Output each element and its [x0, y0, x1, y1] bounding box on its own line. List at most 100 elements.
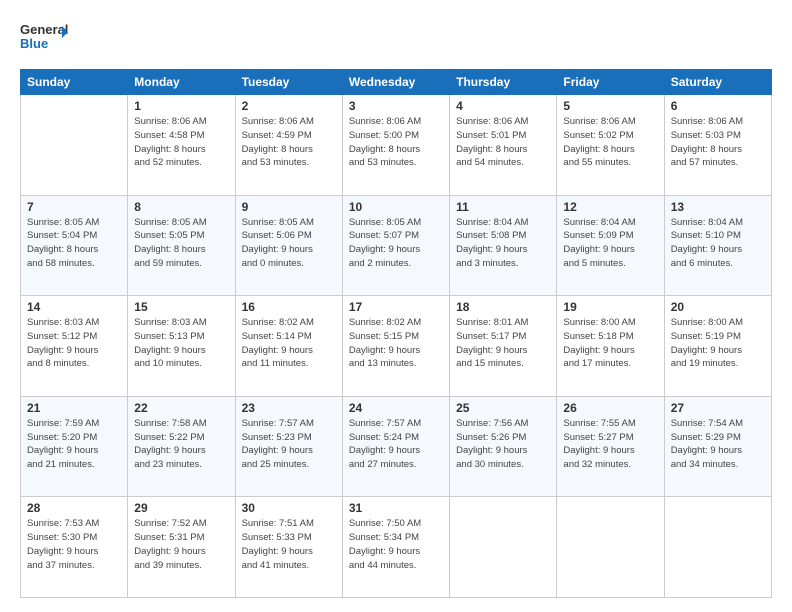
calendar-cell: 4 Sunrise: 8:06 AMSunset: 5:01 PMDaylight…	[450, 95, 557, 196]
day-number: 27	[671, 401, 765, 415]
svg-text:Blue: Blue	[20, 36, 48, 51]
calendar-week: 21Sunrise: 7:59 AMSunset: 5:20 PMDayligh…	[21, 396, 772, 497]
day-info: Sunrise: 8:03 AMSunset: 5:13 PMDaylight:…	[134, 316, 228, 371]
day-info: Sunrise: 7:51 AMSunset: 5:33 PMDaylight:…	[242, 517, 336, 572]
dow-cell: Sunday	[21, 70, 128, 95]
dow-cell: Monday	[128, 70, 235, 95]
calendar-week: 14Sunrise: 8:03 AMSunset: 5:12 PMDayligh…	[21, 296, 772, 397]
day-info: Sunrise: 7:55 AMSunset: 5:27 PMDaylight:…	[563, 417, 657, 472]
day-number: 16	[242, 300, 336, 314]
day-info: Sunrise: 8:05 AMSunset: 5:04 PMDaylight:…	[27, 216, 121, 271]
day-number: 29	[134, 501, 228, 515]
calendar-week: 28 Sunrise: 7:53 AMSunset: 5:30 PMDayligh…	[21, 497, 772, 598]
calendar-cell: 31 Sunrise: 7:50 AMSunset: 5:34 PMDayligh…	[342, 497, 449, 598]
day-number: 11	[456, 200, 550, 214]
day-info: Sunrise: 7:50 AMSunset: 5:34 PMDaylight:…	[349, 517, 443, 572]
day-number: 18	[456, 300, 550, 314]
header: General Blue	[20, 18, 772, 59]
day-number: 2	[242, 99, 336, 113]
day-info: Sunrise: 8:05 AMSunset: 5:07 PMDaylight:…	[349, 216, 443, 271]
day-number: 10	[349, 200, 443, 214]
day-info: Sunrise: 8:06 AMSunset: 4:58 PMDaylight:…	[134, 115, 228, 170]
day-number: 5	[563, 99, 657, 113]
calendar-week: 7 Sunrise: 8:05 AMSunset: 5:04 PMDaylight…	[21, 195, 772, 296]
day-number: 31	[349, 501, 443, 515]
day-number: 30	[242, 501, 336, 515]
day-number: 4	[456, 99, 550, 113]
calendar-body: 1Sunrise: 8:06 AMSunset: 4:58 PMDaylight…	[21, 95, 772, 598]
day-of-week-header: SundayMondayTuesdayWednesdayThursdayFrid…	[21, 70, 772, 95]
calendar-cell: 6Sunrise: 8:06 AMSunset: 5:03 PMDaylight…	[664, 95, 771, 196]
day-info: Sunrise: 7:57 AMSunset: 5:24 PMDaylight:…	[349, 417, 443, 472]
day-number: 22	[134, 401, 228, 415]
logo-icon: General Blue	[20, 18, 68, 54]
calendar-cell	[21, 95, 128, 196]
day-info: Sunrise: 8:06 AMSunset: 4:59 PMDaylight:…	[242, 115, 336, 170]
day-info: Sunrise: 8:05 AMSunset: 5:06 PMDaylight:…	[242, 216, 336, 271]
calendar-cell: 29 Sunrise: 7:52 AMSunset: 5:31 PMDayligh…	[128, 497, 235, 598]
calendar-cell: 15Sunrise: 8:03 AMSunset: 5:13 PMDayligh…	[128, 296, 235, 397]
calendar-cell: 27 Sunrise: 7:54 AMSunset: 5:29 PMDayligh…	[664, 396, 771, 497]
day-number: 25	[456, 401, 550, 415]
calendar-cell: 17Sunrise: 8:02 AMSunset: 5:15 PMDayligh…	[342, 296, 449, 397]
calendar-cell: 7 Sunrise: 8:05 AMSunset: 5:04 PMDaylight…	[21, 195, 128, 296]
day-number: 24	[349, 401, 443, 415]
day-number: 13	[671, 200, 765, 214]
calendar-cell: 13Sunrise: 8:04 AMSunset: 5:10 PMDayligh…	[664, 195, 771, 296]
dow-cell: Wednesday	[342, 70, 449, 95]
day-info: Sunrise: 8:02 AMSunset: 5:14 PMDaylight:…	[242, 316, 336, 371]
day-info: Sunrise: 8:03 AMSunset: 5:12 PMDaylight:…	[27, 316, 121, 371]
day-info: Sunrise: 7:58 AMSunset: 5:22 PMDaylight:…	[134, 417, 228, 472]
calendar-cell: 1Sunrise: 8:06 AMSunset: 4:58 PMDaylight…	[128, 95, 235, 196]
day-info: Sunrise: 8:06 AMSunset: 5:00 PMDaylight:…	[349, 115, 443, 170]
day-number: 7	[27, 200, 121, 214]
svg-text:General: General	[20, 22, 68, 37]
calendar-cell: 25 Sunrise: 7:56 AMSunset: 5:26 PMDayligh…	[450, 396, 557, 497]
day-info: Sunrise: 8:06 AMSunset: 5:01 PMDaylight:…	[456, 115, 550, 170]
day-number: 26	[563, 401, 657, 415]
calendar-cell: 28 Sunrise: 7:53 AMSunset: 5:30 PMDayligh…	[21, 497, 128, 598]
calendar-cell: 21Sunrise: 7:59 AMSunset: 5:20 PMDayligh…	[21, 396, 128, 497]
day-info: Sunrise: 7:54 AMSunset: 5:29 PMDaylight:…	[671, 417, 765, 472]
day-info: Sunrise: 8:00 AMSunset: 5:19 PMDaylight:…	[671, 316, 765, 371]
calendar-cell: 18Sunrise: 8:01 AMSunset: 5:17 PMDayligh…	[450, 296, 557, 397]
dow-cell: Thursday	[450, 70, 557, 95]
calendar-cell	[557, 497, 664, 598]
day-number: 21	[27, 401, 121, 415]
calendar-cell: 20 Sunrise: 8:00 AMSunset: 5:19 PMDayligh…	[664, 296, 771, 397]
day-number: 20	[671, 300, 765, 314]
page: General Blue SundayMondayTuesdayWednesda…	[0, 0, 792, 612]
calendar-cell: 8 Sunrise: 8:05 AMSunset: 5:05 PMDaylight…	[128, 195, 235, 296]
dow-cell: Tuesday	[235, 70, 342, 95]
calendar-cell: 9 Sunrise: 8:05 AMSunset: 5:06 PMDaylight…	[235, 195, 342, 296]
calendar-cell: 14Sunrise: 8:03 AMSunset: 5:12 PMDayligh…	[21, 296, 128, 397]
dow-cell: Saturday	[664, 70, 771, 95]
day-info: Sunrise: 8:06 AMSunset: 5:03 PMDaylight:…	[671, 115, 765, 170]
day-info: Sunrise: 7:53 AMSunset: 5:30 PMDaylight:…	[27, 517, 121, 572]
dow-cell: Friday	[557, 70, 664, 95]
day-number: 3	[349, 99, 443, 113]
calendar-cell	[450, 497, 557, 598]
calendar-cell: 26 Sunrise: 7:55 AMSunset: 5:27 PMDayligh…	[557, 396, 664, 497]
calendar-cell: 12Sunrise: 8:04 AMSunset: 5:09 PMDayligh…	[557, 195, 664, 296]
calendar-cell	[664, 497, 771, 598]
day-number: 28	[27, 501, 121, 515]
calendar-cell: 23 Sunrise: 7:57 AMSunset: 5:23 PMDayligh…	[235, 396, 342, 497]
calendar-cell: 30 Sunrise: 7:51 AMSunset: 5:33 PMDayligh…	[235, 497, 342, 598]
day-number: 9	[242, 200, 336, 214]
calendar-cell: 19Sunrise: 8:00 AMSunset: 5:18 PMDayligh…	[557, 296, 664, 397]
day-info: Sunrise: 8:06 AMSunset: 5:02 PMDaylight:…	[563, 115, 657, 170]
day-number: 19	[563, 300, 657, 314]
day-number: 23	[242, 401, 336, 415]
day-info: Sunrise: 7:56 AMSunset: 5:26 PMDaylight:…	[456, 417, 550, 472]
calendar-cell: 5 Sunrise: 8:06 AMSunset: 5:02 PMDaylight…	[557, 95, 664, 196]
day-info: Sunrise: 7:57 AMSunset: 5:23 PMDaylight:…	[242, 417, 336, 472]
day-info: Sunrise: 8:05 AMSunset: 5:05 PMDaylight:…	[134, 216, 228, 271]
day-info: Sunrise: 7:52 AMSunset: 5:31 PMDaylight:…	[134, 517, 228, 572]
calendar-cell: 24 Sunrise: 7:57 AMSunset: 5:24 PMDayligh…	[342, 396, 449, 497]
calendar-cell: 22 Sunrise: 7:58 AMSunset: 5:22 PMDayligh…	[128, 396, 235, 497]
calendar-week: 1Sunrise: 8:06 AMSunset: 4:58 PMDaylight…	[21, 95, 772, 196]
day-number: 12	[563, 200, 657, 214]
logo: General Blue	[20, 18, 68, 59]
day-number: 8	[134, 200, 228, 214]
